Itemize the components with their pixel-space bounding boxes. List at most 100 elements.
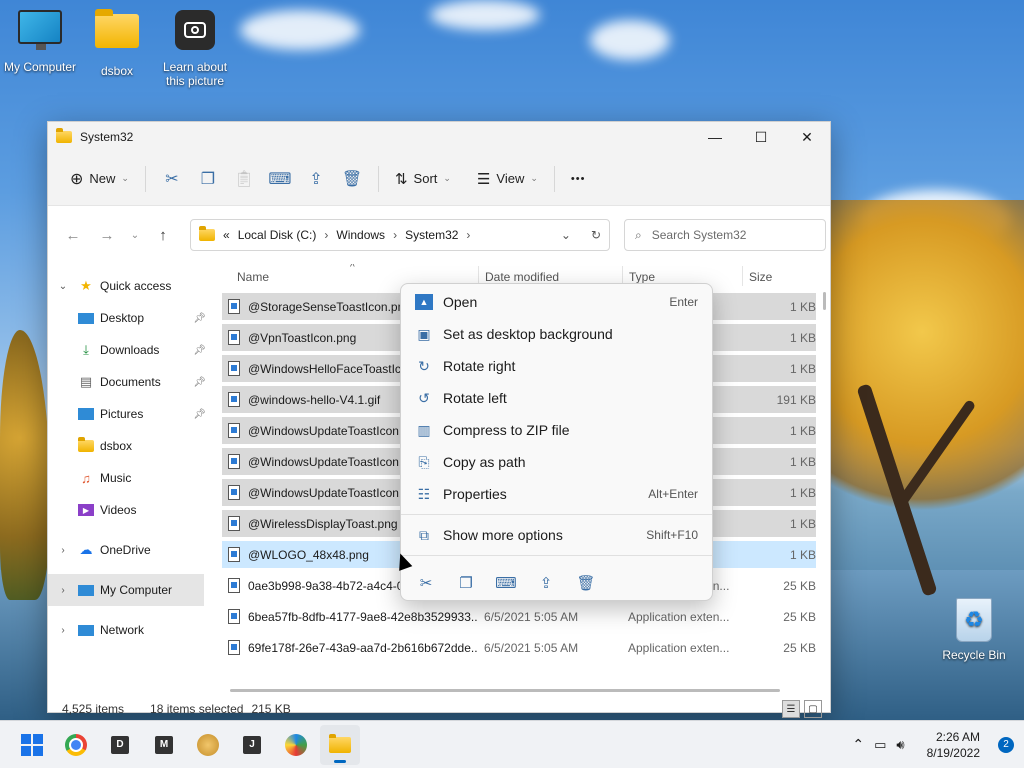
image-icon: ▲ xyxy=(415,294,433,310)
delete-button[interactable]: 🗑︎ xyxy=(334,164,370,194)
search-input[interactable]: Search System32 xyxy=(652,228,747,242)
column-type[interactable]: Type xyxy=(629,270,655,284)
chevron-up-icon[interactable]: ⌃ xyxy=(852,736,864,753)
clock[interactable]: 2:26 AM 8/19/2022 xyxy=(927,729,980,761)
address-bar[interactable]: « Local Disk (C:) › Windows › System32 ›… xyxy=(190,219,610,251)
sort-button[interactable]: ⇅ Sort ⌄ xyxy=(387,164,459,194)
file-size: 1 KB xyxy=(789,485,816,500)
menu-item-copy-path[interactable]: ⎘ Copy as path xyxy=(401,446,712,478)
taskbar-chrome[interactable] xyxy=(56,725,96,765)
breadcrumb-overflow[interactable]: « xyxy=(223,228,230,242)
nav-network[interactable]: › Network xyxy=(48,614,220,646)
address-history-button[interactable]: ⌄ xyxy=(561,228,571,242)
start-button[interactable] xyxy=(12,725,52,765)
back-button[interactable]: ← xyxy=(56,227,90,244)
taskbar-app-doge[interactable] xyxy=(188,725,228,765)
breadcrumb-windows[interactable]: Windows xyxy=(336,228,385,242)
vertical-scrollbar[interactable] xyxy=(823,292,826,310)
chevron-down-icon[interactable]: ⌄ xyxy=(56,281,70,292)
menu-label: Rotate left xyxy=(443,390,507,406)
recent-locations-button[interactable]: ⌄ xyxy=(124,230,146,241)
share-button[interactable]: ⇪ xyxy=(298,164,334,194)
details-view-button[interactable]: ☰ xyxy=(782,700,800,718)
forward-button[interactable]: → xyxy=(90,227,124,244)
menu-copy-button[interactable]: ❐ xyxy=(453,570,479,596)
menu-item-properties[interactable]: ☷ Properties Alt+Enter xyxy=(401,478,712,510)
menu-cut-button[interactable]: ✂ xyxy=(413,570,439,596)
more-icon: ••• xyxy=(570,172,586,185)
chevron-right-icon[interactable]: › xyxy=(56,545,70,556)
new-button[interactable]: ⊕ New ⌄ xyxy=(62,163,137,195)
nav-item-dsbox[interactable]: dsbox xyxy=(48,430,220,462)
breadcrumb-system32[interactable]: System32 xyxy=(405,228,458,242)
taskbar-app-globe[interactable] xyxy=(276,725,316,765)
desktop-icon-dsbox[interactable]: dsbox xyxy=(77,9,157,78)
desktop-icon-recycle-bin[interactable]: ♻ Recycle Bin xyxy=(934,598,1014,662)
menu-divider xyxy=(401,555,712,556)
file-icon xyxy=(228,578,240,593)
notification-badge[interactable]: 2 xyxy=(998,736,1014,753)
nav-item-desktop[interactable]: Desktop 📌︎ xyxy=(48,302,220,334)
nav-item-downloads[interactable]: ⤓ Downloads 📌︎ xyxy=(48,334,220,366)
menu-rename-button[interactable]: ⌨ xyxy=(493,570,519,596)
menu-item-show-more[interactable]: ⧉ Show more options Shift+F10 xyxy=(401,519,712,551)
search-box[interactable]: ⌕ Search System32 xyxy=(624,219,826,251)
menu-delete-button[interactable]: 🗑︎ xyxy=(573,570,599,596)
refresh-button[interactable]: ↻ xyxy=(591,228,601,242)
breadcrumb-local-disk[interactable]: Local Disk (C:) xyxy=(238,228,317,242)
chevron-right-icon[interactable]: › xyxy=(393,228,397,242)
title-bar[interactable]: System32 — ☐ ✕ xyxy=(48,122,830,152)
taskbar-file-explorer[interactable] xyxy=(320,724,360,765)
menu-item-compress-zip[interactable]: ▥ Compress to ZIP file xyxy=(401,414,712,446)
taskbar-app-d[interactable]: D xyxy=(100,725,140,765)
cut-button[interactable]: ✂ xyxy=(154,164,190,194)
taskbar-app-m[interactable]: M xyxy=(144,725,184,765)
selection-count: 18 items selected xyxy=(150,702,244,716)
rename-button[interactable]: ⌨ xyxy=(262,164,298,194)
paste-button[interactable]: 📋︎ xyxy=(226,164,262,194)
copy-button[interactable]: ❐ xyxy=(190,164,226,194)
menu-item-rotate-left[interactable]: ↺ Rotate left xyxy=(401,382,712,414)
menu-share-button[interactable]: ⇪ xyxy=(533,570,559,596)
nav-item-videos[interactable]: ▶ Videos xyxy=(48,494,220,526)
up-button[interactable]: ↑ xyxy=(146,227,180,244)
file-icon xyxy=(228,640,240,655)
nav-onedrive[interactable]: › ☁ OneDrive xyxy=(48,534,220,566)
column-date[interactable]: Date modified xyxy=(485,270,559,284)
nav-item-music[interactable]: ♫ Music xyxy=(48,462,220,494)
desktop-icon-learn-picture[interactable]: Learn about this picture xyxy=(155,10,235,88)
nav-quick-access[interactable]: ⌄ ★ Quick access xyxy=(48,270,220,302)
horizontal-scrollbar[interactable] xyxy=(230,689,780,692)
nav-item-documents[interactable]: ▤ Documents 📌︎ xyxy=(48,366,220,398)
menu-item-set-background[interactable]: ▣ Set as desktop background xyxy=(401,318,712,350)
taskbar-app-j[interactable]: J xyxy=(232,725,272,765)
file-row[interactable]: 69fe178f-26e7-43a9-aa7d-2b616b672dde... 6… xyxy=(222,634,816,661)
tiles-view-button[interactable]: ▢ xyxy=(804,700,822,718)
maximize-button[interactable]: ☐ xyxy=(738,122,784,152)
chevron-right-icon[interactable]: › xyxy=(324,228,328,242)
close-button[interactable]: ✕ xyxy=(784,122,830,152)
nav-item-pictures[interactable]: Pictures 📌︎ xyxy=(48,398,220,430)
menu-item-open[interactable]: ▲ Open Enter xyxy=(401,286,712,318)
column-size[interactable]: Size xyxy=(749,270,772,284)
chevron-right-icon[interactable]: › xyxy=(466,228,470,242)
view-button[interactable]: ☰ View ⌄ xyxy=(469,164,546,194)
volume-icon[interactable]: 🔊︎ xyxy=(896,737,904,753)
menu-item-rotate-right[interactable]: ↻ Rotate right xyxy=(401,350,712,382)
file-size: 1 KB xyxy=(789,299,816,314)
desktop-icon-my-computer[interactable]: My Computer xyxy=(0,10,80,74)
more-options-button[interactable]: ••• xyxy=(563,167,594,191)
file-size: 1 KB xyxy=(789,516,816,531)
chevron-right-icon[interactable]: › xyxy=(56,625,70,636)
network-icon[interactable]: ▭ xyxy=(874,737,886,753)
column-divider[interactable] xyxy=(742,266,743,286)
column-name[interactable]: Name xyxy=(237,270,269,284)
nav-my-computer[interactable]: › My Computer xyxy=(48,574,204,606)
file-icon xyxy=(228,361,240,376)
folder-icon xyxy=(329,733,351,753)
chevron-right-icon[interactable]: › xyxy=(56,585,70,596)
nav-label: Videos xyxy=(100,503,137,517)
minimize-button[interactable]: — xyxy=(692,122,738,152)
menu-label: Copy as path xyxy=(443,454,526,470)
file-row[interactable]: 6bea57fb-8dfb-4177-9ae8-42e8b3529933... 6… xyxy=(222,603,816,630)
